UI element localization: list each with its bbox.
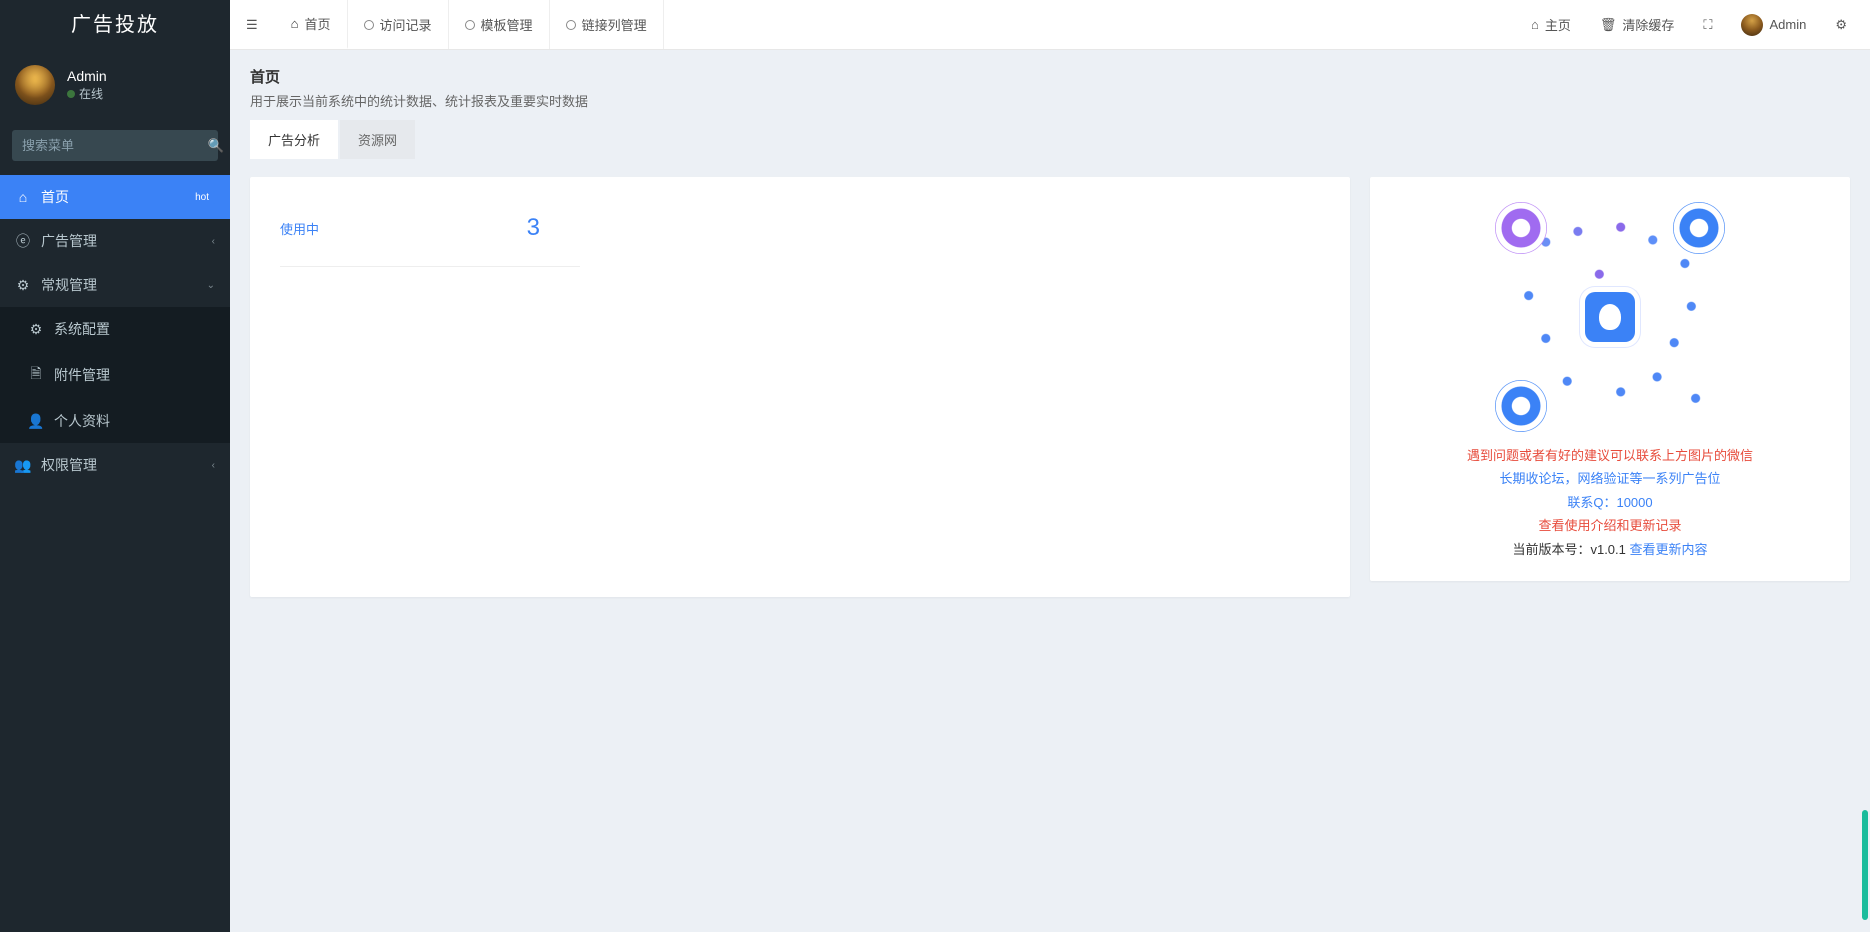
qr-finder-icon (1495, 380, 1547, 432)
nav-label: 系统配置 (54, 319, 110, 339)
circle-icon (364, 20, 374, 30)
update-link[interactable]: 查看更新内容 (1630, 542, 1708, 557)
nav-menu: ⌂ 首页 hot ⓔ 广告管理 ‹ ⚙ 常规管理 ⌄ ⚙ 系统配置 🗎 附件管理 (0, 175, 230, 487)
toggle-sidebar-button[interactable]: ☰ (230, 0, 275, 49)
status-dot-icon (67, 90, 75, 98)
nav-attachment[interactable]: 🗎 附件管理 (0, 351, 230, 399)
tab-label: 访问记录 (380, 15, 432, 34)
nav-label: 首页 (41, 187, 69, 207)
qq-icon (1585, 292, 1635, 342)
gear-icon: ⚙ (28, 321, 44, 338)
nav-system-config[interactable]: ⚙ 系统配置 (0, 307, 230, 351)
notice-line: 长期收论坛，网络验证等一系列广告位 (1467, 467, 1753, 490)
tab-label: 首页 (305, 14, 331, 33)
file-icon: 🗎 (28, 363, 44, 387)
circle-icon (465, 20, 475, 30)
tab-link-list[interactable]: 链接列管理 (550, 0, 664, 49)
nav-ads[interactable]: ⓔ 广告管理 ‹ (0, 219, 230, 263)
page-subtitle: 用于展示当前系统中的统计数据、统计报表及重要实时数据 (250, 91, 1850, 110)
version-text: v1.0.1 (1590, 542, 1625, 557)
users-icon: 👥 (15, 457, 31, 474)
globe-icon: ⓔ (15, 231, 31, 251)
user-icon: 👤 (28, 413, 44, 430)
chevron-down-icon: ⌄ (207, 280, 215, 291)
search-button[interactable]: 🔍 (208, 130, 224, 161)
top-user-menu[interactable]: Admin (1727, 0, 1821, 49)
notice-card: 遇到问题或者有好的建议可以联系上方图片的微信 长期收论坛，网络验证等一系列广告位… (1370, 177, 1850, 581)
avatar-icon (1741, 14, 1763, 36)
sidebar: 广告投放 Admin 在线 🔍 ⌂ 首页 hot ⓔ 广告管理 ‹ (0, 0, 230, 932)
fullscreen-button[interactable]: ⛶ (1689, 0, 1727, 49)
content-tabs: 广告分析 资源网 (250, 120, 1850, 159)
search-icon: 🔍 (208, 138, 224, 154)
avatar (15, 65, 55, 105)
stats-card: 使用中 3 (250, 177, 1350, 597)
nav-general[interactable]: ⚙ 常规管理 ⌄ (0, 263, 230, 307)
trash-icon: 🗑 (1600, 17, 1617, 33)
stat-row[interactable]: 使用中 3 (280, 202, 580, 267)
scroll-indicator[interactable] (1862, 810, 1868, 920)
nav-home[interactable]: ⌂ 首页 hot (0, 175, 230, 219)
tab-label: 模板管理 (481, 15, 533, 34)
nav-label: 个人资料 (54, 411, 110, 431)
notice-line: 联系Q：10000 (1467, 491, 1753, 514)
expand-icon: ⛶ (1703, 17, 1712, 33)
home-icon: ⌂ (291, 16, 299, 31)
notice-line: 遇到问题或者有好的建议可以联系上方图片的微信 (1467, 444, 1753, 467)
nav-profile[interactable]: 👤 个人资料 (0, 399, 230, 443)
tab-label: 链接列管理 (582, 15, 647, 34)
stat-label: 使用中 (280, 219, 319, 238)
nav-label: 附件管理 (54, 365, 110, 385)
user-name: Admin (67, 67, 107, 87)
nav-permission[interactable]: 👥 权限管理 ‹ (0, 443, 230, 487)
usage-link[interactable]: 查看使用介绍和更新记录 (1538, 518, 1681, 533)
nav-label: 权限管理 (41, 455, 97, 475)
page-title: 首页 (250, 66, 1850, 87)
tab-ad-analysis[interactable]: 广告分析 (250, 120, 338, 159)
tab-home[interactable]: ⌂ 首页 (275, 0, 348, 49)
notice-text: 遇到问题或者有好的建议可以联系上方图片的微信 长期收论坛，网络验证等一系列广告位… (1467, 444, 1753, 561)
chevron-left-icon: ‹ (212, 236, 215, 247)
top-home-link[interactable]: ⌂主页 (1517, 0, 1586, 49)
settings-button[interactable]: ⚙ (1821, 0, 1862, 49)
menu-search: 🔍 (12, 130, 218, 161)
home-icon: ⌂ (15, 189, 31, 205)
nav-label: 广告管理 (41, 231, 97, 251)
topbar: ☰ ⌂首页 访问记录 模板管理 链接列管理 ⌂主页 🗑清除缓存 ⛶ Admin … (230, 0, 1870, 50)
circle-icon (566, 20, 576, 30)
brand-logo[interactable]: 广告投放 (0, 0, 230, 50)
nav-label: 常规管理 (41, 275, 97, 295)
clear-cache-button[interactable]: 🗑清除缓存 (1586, 0, 1690, 49)
user-status: 在线 (67, 86, 107, 103)
version-line: 当前版本号：v1.0.1 查看更新内容 (1467, 538, 1753, 561)
main: ☰ ⌂首页 访问记录 模板管理 链接列管理 ⌂主页 🗑清除缓存 ⛶ Admin … (230, 0, 1870, 932)
user-panel[interactable]: Admin 在线 (0, 50, 230, 120)
chevron-left-icon: ‹ (212, 460, 215, 471)
hot-badge: hot (189, 191, 215, 204)
tab-template[interactable]: 模板管理 (449, 0, 550, 49)
page-header: 首页 用于展示当前系统中的统计数据、统计报表及重要实时数据 (250, 66, 1850, 110)
tab-resource-net[interactable]: 资源网 (340, 120, 415, 159)
qr-finder-icon (1495, 202, 1547, 254)
cogs-icon: ⚙ (1835, 17, 1847, 33)
tab-visit-log[interactable]: 访问记录 (348, 0, 449, 49)
stat-value: 3 (527, 214, 580, 242)
bars-icon: ☰ (246, 17, 258, 33)
search-input[interactable] (12, 130, 208, 161)
qr-code (1495, 202, 1725, 432)
content: 首页 用于展示当前系统中的统计数据、统计报表及重要实时数据 广告分析 资源网 使… (230, 50, 1870, 932)
qr-finder-icon (1673, 202, 1725, 254)
home-icon: ⌂ (1531, 17, 1539, 32)
cogs-icon: ⚙ (15, 277, 31, 294)
